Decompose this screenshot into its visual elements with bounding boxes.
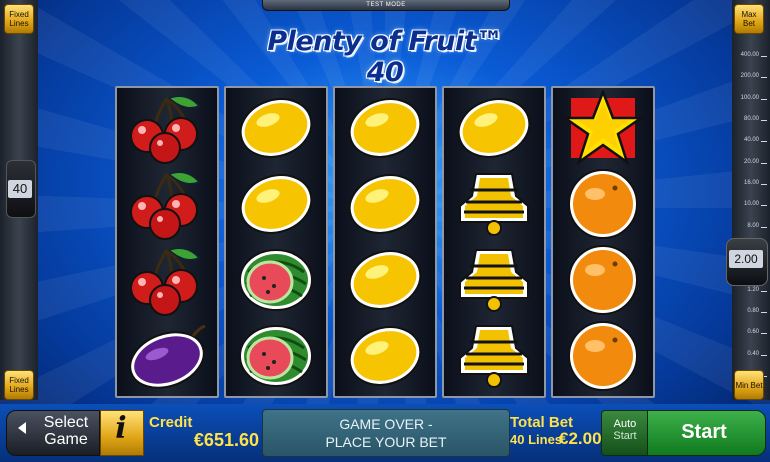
- bet-scale-tick: [761, 99, 767, 100]
- bell-icon: [446, 166, 542, 242]
- back-arrow-icon: [18, 422, 26, 434]
- bet-scale-label: 40.00: [743, 137, 759, 143]
- lemon-icon: [337, 318, 433, 394]
- watermelon-icon: [228, 242, 324, 318]
- orange-icon: [555, 242, 651, 318]
- total-bet-value: €2.00: [559, 429, 602, 448]
- info-icon: i: [115, 411, 127, 446]
- min-bet-button[interactable]: Min Bet: [734, 370, 764, 400]
- cherry-icon: [119, 166, 215, 242]
- message-panel: GAME OVER - PLACE YOUR BET: [262, 409, 510, 457]
- bet-scale-tick: [761, 141, 767, 142]
- lemon-icon: [446, 90, 542, 166]
- total-bet-lines: 40 Lines: [510, 432, 563, 447]
- message-line-2: PLACE YOUR BET: [325, 434, 447, 450]
- bet-scale-tick: [761, 77, 767, 78]
- credit-value: €651.60: [193, 430, 259, 450]
- cherry-icon: [119, 242, 215, 318]
- autostart-button[interactable]: Auto Start: [601, 410, 649, 456]
- reels-area: [115, 86, 655, 398]
- bet-scale-tick: [761, 184, 767, 185]
- fixed-lines-bottom-button[interactable]: Fixed Lines: [4, 370, 34, 400]
- bet-scale-tick: [761, 291, 767, 292]
- reel-5: [551, 86, 655, 398]
- bet-scale-label: 8.00: [747, 223, 759, 229]
- game-logo: Plenty of Fruit™ 40: [267, 26, 503, 88]
- bell-icon: [446, 242, 542, 318]
- bet-scale-label: 20.00: [743, 159, 759, 165]
- plum-icon: [119, 318, 215, 394]
- bet-scale-label: 0.40: [747, 351, 759, 357]
- bet-scale-label: 200.00: [740, 73, 759, 79]
- bet-scale-label: 80.00: [743, 116, 759, 122]
- bet-scale-label: 0.60: [747, 329, 759, 335]
- watermelon-icon: [228, 318, 324, 394]
- auto-start-label: Start: [613, 430, 637, 442]
- bet-scale-label: 10.00: [743, 201, 759, 207]
- start-label: Start: [681, 421, 727, 443]
- bet-scale-tick: [761, 163, 767, 164]
- message-line-1: GAME OVER -: [339, 416, 433, 432]
- bet-scale-tick: [761, 120, 767, 121]
- credit-label: Credit: [149, 414, 193, 431]
- lemon-icon: [228, 166, 324, 242]
- orange-icon: [555, 318, 651, 394]
- cherry-icon: [119, 90, 215, 166]
- bet-scale-tick: [761, 56, 767, 57]
- reel-3: [333, 86, 437, 398]
- reel-2: [224, 86, 328, 398]
- bet-scale-tick: [761, 355, 767, 356]
- auto-label: Auto: [613, 418, 637, 430]
- bet-scale-tick: [761, 312, 767, 313]
- bet-scale-label: 16.00: [743, 180, 759, 186]
- bet-scale-label: 1.20: [747, 287, 759, 293]
- max-bet-button[interactable]: Max Bet: [734, 4, 764, 34]
- bet-scale-tick: [761, 227, 767, 228]
- fixed-lines-top-button[interactable]: Fixed Lines: [4, 4, 34, 34]
- bet-scale-label: 400.00: [740, 52, 759, 58]
- bet-scale-tick: [761, 205, 767, 206]
- bet-scale-label: 0.80: [747, 308, 759, 314]
- lemon-icon: [337, 90, 433, 166]
- reel-4: [442, 86, 546, 398]
- bet-scale: 400.00 200.00 100.00 80.00 40.00 20.00 16.00 10…: [737, 48, 767, 378]
- lemon-icon: [228, 90, 324, 166]
- lemon-icon: [337, 242, 433, 318]
- select-game-label: Select Game: [43, 414, 89, 448]
- bet-scale-label: 100.00: [740, 95, 759, 101]
- bell-icon: [446, 318, 542, 394]
- bet-scale-tick: [761, 333, 767, 334]
- orange-icon: [555, 166, 651, 242]
- star-icon: [555, 90, 651, 166]
- lines-value: 40: [8, 180, 32, 198]
- bet-value: 2.00: [729, 250, 763, 268]
- test-mode-banner: TEST MODE: [262, 0, 510, 11]
- lemon-icon: [337, 166, 433, 242]
- reel-1: [115, 86, 219, 398]
